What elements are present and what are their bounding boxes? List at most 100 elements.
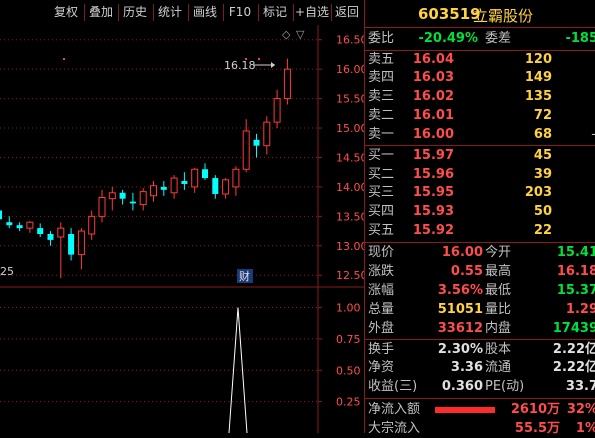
flow-value: 55.5万 bbox=[514, 421, 560, 436]
stock-code: 603519 bbox=[418, 5, 481, 23]
ask-row[interactable]: 卖三 16.02 135 bbox=[365, 88, 595, 106]
fund-value: 33.7 bbox=[565, 379, 595, 394]
y-tick-label: 13.00 bbox=[336, 240, 364, 253]
statistics-button[interactable]: 统计 bbox=[155, 3, 185, 22]
candle-body bbox=[98, 197, 106, 217]
quote-row: 现价 16.00 今开 15.41 bbox=[365, 244, 595, 262]
ask-row[interactable]: 卖一 16.00 68 - bbox=[365, 126, 595, 144]
divider bbox=[84, 4, 85, 21]
high-price-annotation: 16.18 bbox=[224, 59, 256, 72]
candle-body bbox=[37, 228, 44, 235]
y-tick-label: 12.50 bbox=[336, 269, 364, 282]
history-button[interactable]: 历史 bbox=[120, 3, 150, 22]
back-button[interactable]: 返回 bbox=[332, 3, 362, 22]
flow-label: 大宗流入 bbox=[368, 421, 421, 436]
fund-value: 0.360 bbox=[441, 379, 483, 394]
y-tick-label: 14.50 bbox=[336, 151, 364, 164]
candle-body bbox=[232, 168, 240, 188]
candle-body bbox=[77, 230, 85, 256]
weibi-row: 委比 -20.49% 委差 -185 bbox=[365, 30, 595, 48]
bid-label: 买四 bbox=[368, 204, 395, 219]
quote-row: 外盘 33612 内盘 17439 bbox=[365, 320, 595, 338]
stock-header: 603519 立霸股份 bbox=[365, 0, 595, 28]
divider bbox=[188, 4, 189, 21]
weicha-label: 委差 bbox=[485, 31, 512, 46]
candle-body bbox=[222, 179, 230, 195]
bid-label: 买一 bbox=[368, 148, 395, 163]
date-label: 25 bbox=[0, 265, 14, 278]
bid-price: 15.97 bbox=[412, 148, 454, 163]
ask-row[interactable]: 卖五 16.04 120 bbox=[365, 51, 595, 69]
divider bbox=[365, 145, 595, 146]
divider bbox=[223, 4, 224, 21]
add-watchlist-button[interactable]: +自选 bbox=[294, 3, 330, 22]
arrow-head-icon bbox=[271, 62, 275, 68]
candle-body bbox=[263, 121, 271, 147]
candle-body bbox=[160, 186, 167, 190]
candle-body bbox=[68, 234, 75, 255]
mark-button[interactable]: 标记 bbox=[260, 3, 290, 22]
candle-body bbox=[283, 68, 291, 100]
y-tick-label: 14.00 bbox=[336, 181, 364, 194]
overlay-button[interactable]: 叠加 bbox=[86, 3, 116, 22]
fund-value: 2.22亿 bbox=[552, 360, 595, 375]
bid-row[interactable]: 买二 15.96 39 bbox=[365, 166, 595, 184]
quote-key: 最低 bbox=[485, 283, 512, 298]
diamond-icon[interactable]: ◇ bbox=[282, 28, 291, 41]
quote-value: 16.00 bbox=[441, 245, 483, 260]
bid-volume: 22 bbox=[533, 223, 552, 238]
quote-value: 3.56% bbox=[437, 283, 483, 298]
kline-chart-area[interactable]: 16.50 16.00 15.50 15.00 14.50 14.00 13.50 13.00… bbox=[0, 25, 368, 434]
chart-toolbar: 复权 叠加 历史 统计 画线 F10 标记 +自选 返回 bbox=[0, 0, 364, 25]
bid-price: 15.96 bbox=[412, 167, 454, 182]
finance-marker-label: 财 bbox=[239, 269, 250, 283]
draw-line-button[interactable]: 画线 bbox=[190, 3, 220, 22]
quote-value: 16.18 bbox=[556, 264, 595, 279]
bid-row[interactable]: 买三 15.95 203 bbox=[365, 184, 595, 202]
ask-row[interactable]: 卖二 16.01 72 bbox=[365, 107, 595, 125]
flow-value: 2610万 bbox=[510, 402, 560, 417]
fund-row: 净资 3.36 流通 2.22亿 bbox=[365, 359, 595, 377]
divider bbox=[365, 398, 595, 399]
flow-pct: 1% bbox=[575, 421, 595, 436]
restore-rights-button[interactable]: 复权 bbox=[51, 3, 81, 22]
quote-value: 1.29 bbox=[565, 302, 595, 317]
quote-key: 涨幅 bbox=[368, 283, 395, 298]
bid-row[interactable]: 买五 15.92 22 bbox=[365, 222, 595, 240]
weibi-label: 委比 bbox=[368, 31, 395, 46]
block-inflow-row: 大宗流入 55.5万 1% bbox=[365, 420, 595, 438]
ask-extra: - bbox=[591, 126, 595, 144]
bid-row[interactable]: 买一 15.97 45 bbox=[365, 147, 595, 165]
ask-volume: 68 bbox=[533, 127, 552, 142]
bid-row[interactable]: 买四 15.93 50 bbox=[365, 203, 595, 221]
quote-value: 51051 bbox=[437, 302, 483, 317]
bid-volume: 45 bbox=[533, 148, 552, 163]
dropdown-arrow-icon[interactable]: ▽ bbox=[296, 28, 305, 41]
bid-label: 买五 bbox=[368, 223, 395, 238]
candle-body bbox=[150, 185, 157, 197]
ask-row[interactable]: 卖四 16.03 149 bbox=[365, 69, 595, 87]
divider bbox=[258, 4, 259, 21]
ask-volume: 72 bbox=[533, 108, 552, 123]
flow-label: 净流入额 bbox=[368, 402, 421, 417]
bid-label: 买二 bbox=[368, 167, 395, 182]
divider bbox=[365, 339, 595, 340]
candle-body bbox=[6, 222, 13, 226]
quote-value: 33612 bbox=[437, 321, 483, 336]
net-inflow-bar bbox=[435, 407, 495, 413]
kline-chart[interactable]: 16.50 16.00 15.50 15.00 14.50 14.00 13.50 13.00… bbox=[0, 25, 368, 434]
ask-price: 16.04 bbox=[412, 52, 454, 67]
fund-key: 股本 bbox=[485, 342, 512, 357]
bid-volume: 203 bbox=[524, 185, 552, 200]
f10-button[interactable]: F10 bbox=[225, 3, 255, 22]
quote-key: 现价 bbox=[368, 245, 395, 260]
candle-body bbox=[139, 191, 147, 206]
fund-key: 流通 bbox=[485, 360, 512, 375]
flow-pct: 32% bbox=[566, 402, 595, 417]
weicha-value: -185 bbox=[565, 31, 595, 46]
candle-body bbox=[212, 178, 219, 194]
bid-price: 15.93 bbox=[412, 204, 454, 219]
candle-body bbox=[47, 234, 54, 240]
ask-volume: 135 bbox=[524, 89, 552, 104]
quote-key: 外盘 bbox=[368, 321, 395, 336]
